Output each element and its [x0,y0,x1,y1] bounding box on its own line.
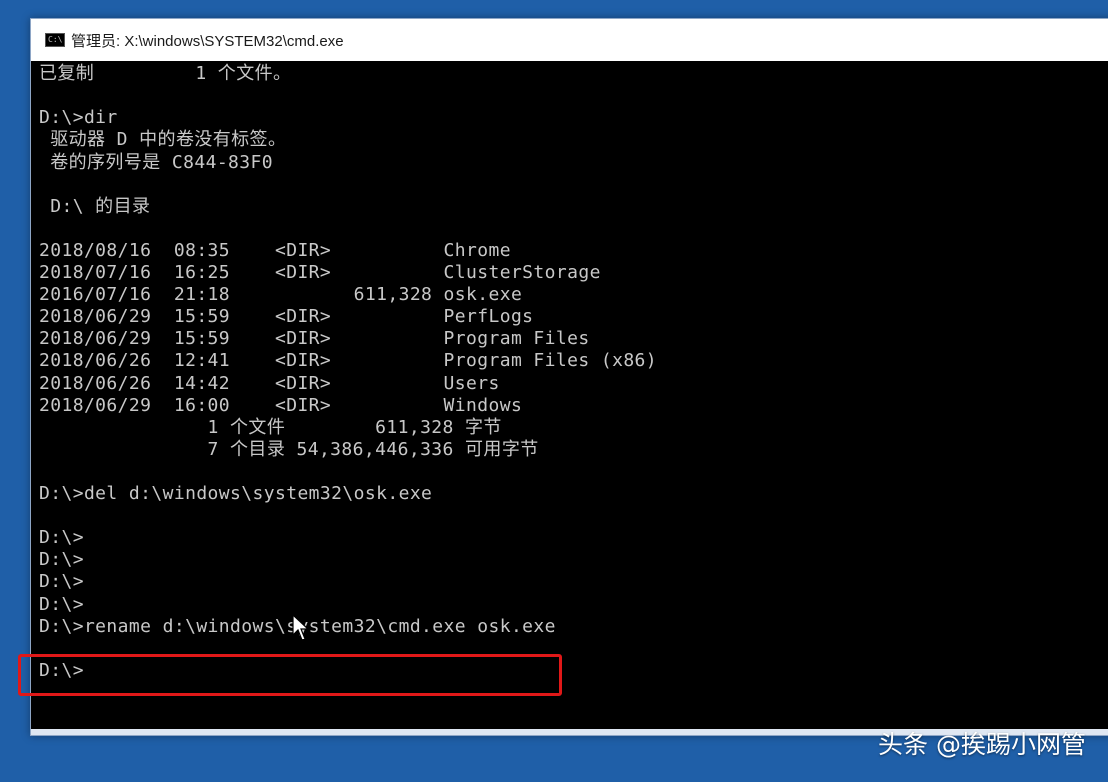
console-line: 1 个文件 611,328 字节 [39,416,502,438]
console-line: 2018/08/16 08:35 <DIR> Chrome [39,239,511,261]
console-line: 2018/07/16 16:25 <DIR> ClusterStorage [39,262,601,283]
console-line: 已复制 1 个文件。 [39,63,292,85]
highlight-box [18,654,562,696]
console-line: 2018/06/29 15:59 <DIR> PerfLogs [39,306,534,328]
console-line: D:\> [39,549,84,571]
console-line: D:\>dir [39,107,118,129]
console-line: D:\> [39,527,84,549]
console-line: 2018/06/26 12:41 <DIR> Program Files (x8… [39,350,658,372]
title-bar[interactable]: C:\ 管理员: X:\windows\SYSTEM32\cmd.exe [31,19,1108,61]
console-line: D:\> [39,593,84,615]
console-line: D:\>del d:\windows\system32\osk.exe [39,483,433,504]
console-line: 7 个目录 54,386,446,336 可用字节 [39,438,539,460]
mouse-pointer-icon [292,614,310,641]
console-output[interactable]: D:\>copy d:\windows\system32\osk.exe d:\… [31,61,1108,729]
watermark: 头条 @挨踢小网管 [878,730,1086,759]
console-line: 2016/07/16 21:18 611,328 osk.exe [39,284,523,306]
window-title: 管理员: X:\windows\SYSTEM32\cmd.exe [71,32,344,50]
cmd-icon: C:\ [45,33,65,47]
console-line: D:\ 的目录 [39,195,151,217]
console-line: 2018/06/29 15:59 <DIR> Program Files [39,328,590,350]
console-line: D:\> [39,571,84,593]
console-line: 2018/06/26 14:42 <DIR> Users [39,372,500,394]
console-line: 驱动器 D 中的卷没有标签。 [39,129,287,151]
cmd-window: C:\ 管理员: X:\windows\SYSTEM32\cmd.exe D:\… [30,18,1108,736]
console-line: 2018/06/29 16:00 <DIR> Windows [39,394,523,416]
console-line: 卷的序列号是 C844-83F0 [39,151,274,173]
